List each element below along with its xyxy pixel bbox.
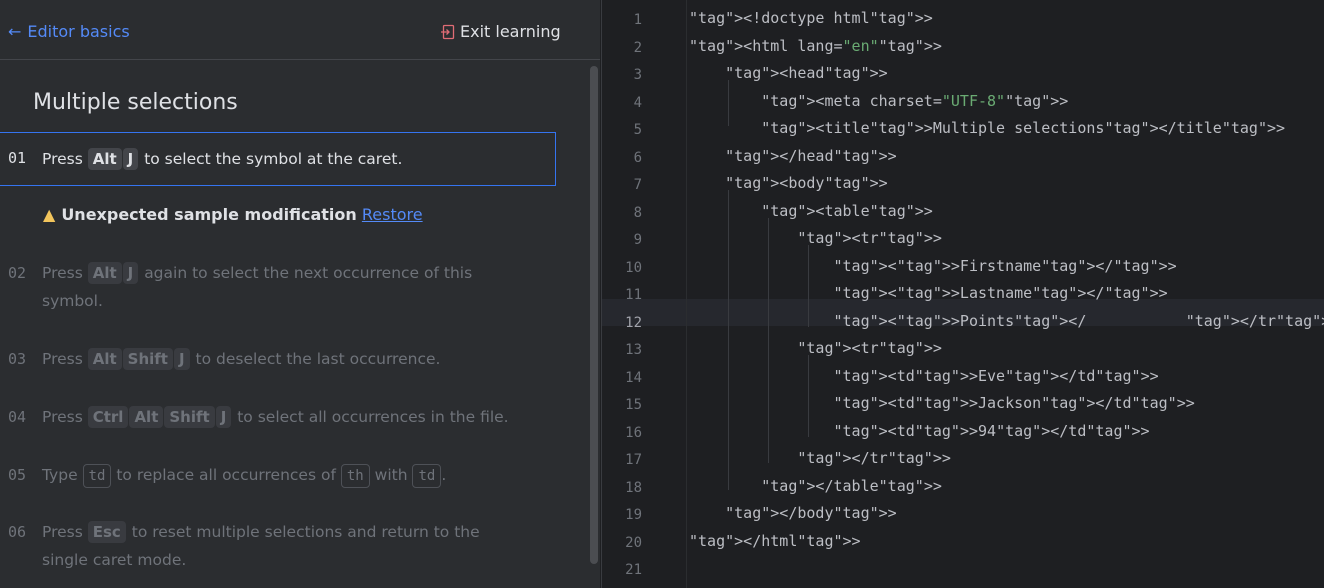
code-line[interactable]: "tag"></head"tag">>: [689, 147, 897, 165]
line-number: 17: [625, 452, 642, 468]
line-number: 8: [633, 204, 642, 221]
line-number: 13: [625, 342, 642, 358]
restore-link[interactable]: Restore: [362, 205, 423, 224]
step-post: .: [441, 466, 447, 484]
code-line[interactable]: "tag"></tr"tag">>: [689, 449, 951, 467]
step-post: to deselect the last occurrence.: [195, 350, 441, 368]
step-pre: Type: [42, 466, 78, 484]
line-number: 6: [633, 149, 642, 166]
code-line[interactable]: "tag"><table"tag">>: [689, 202, 933, 220]
key: J: [122, 148, 139, 170]
step-post: to select the symbol at the caret.: [144, 150, 403, 168]
step-mid: with: [374, 466, 408, 484]
line-number: 19: [625, 507, 642, 523]
lesson-title: Multiple selections: [33, 90, 238, 115]
line-number: 20: [625, 534, 642, 551]
code-line[interactable]: "tag"></table"tag">>: [689, 477, 942, 495]
step-pre: Press: [42, 408, 83, 426]
step-01: 01 Press Alt J to select the symbol at th…: [0, 132, 556, 186]
key: Alt: [87, 148, 122, 170]
code-editor[interactable]: 1 "tag"><!doctype html"tag">> 2 "tag"><html…: [601, 0, 1324, 588]
code-line[interactable]: "tag"><!doctype html"tag">>: [689, 9, 933, 27]
step-number: 06: [8, 523, 27, 541]
arrow-left-icon: ←: [8, 22, 22, 41]
code-line[interactable]: "tag"><head"tag">>: [689, 64, 888, 82]
step-number: 03: [8, 350, 27, 368]
key: Alt: [129, 406, 164, 428]
back-label: Editor basics: [27, 22, 130, 41]
exit-label: Exit learning: [460, 22, 561, 41]
line-number: 5: [633, 122, 642, 138]
back-link[interactable]: ← Editor basics: [8, 22, 130, 41]
line-number: 2: [633, 39, 642, 56]
code-snippet: th: [340, 464, 370, 488]
line-number: 7: [633, 177, 642, 193]
step-number: 02: [8, 264, 27, 282]
step-number: 04: [8, 408, 27, 426]
line-number: 18: [625, 479, 642, 496]
code-line[interactable]: "tag"></html"tag">>: [689, 532, 861, 550]
key: Shift: [122, 348, 173, 370]
code-line[interactable]: "tag"><"tag">>Lastname"tag"></"tag">>: [689, 284, 1168, 302]
exit-icon: [441, 24, 455, 40]
key: J: [173, 348, 190, 370]
key: Alt: [87, 262, 122, 284]
code-line[interactable]: "tag"><td"tag">>94"tag"></td"tag">>: [689, 422, 1150, 440]
step-post: to select all occurrences in the file.: [237, 408, 509, 426]
learning-panel: ← Editor basics Exit learning Multiple se…: [0, 0, 600, 588]
code-snippet: td: [412, 464, 442, 488]
line-number: 3: [633, 67, 642, 83]
code-line[interactable]: "tag"><title"tag">>Multiple selections"t…: [689, 119, 1285, 137]
step-pre: Press: [42, 350, 83, 368]
step-number: 05: [8, 466, 27, 484]
line-number: 14: [625, 369, 642, 386]
line-number: 10: [625, 259, 642, 276]
code-line[interactable]: "tag"><td"tag">>Jackson"tag"></td"tag">>: [689, 394, 1195, 412]
line-number: 9: [633, 232, 642, 248]
key: Ctrl: [87, 406, 129, 428]
code-line[interactable]: "tag"><body"tag">>: [689, 174, 888, 192]
code-line[interactable]: "tag"><tr"tag">>: [689, 229, 942, 247]
step-mid: to replace all occurrences of: [116, 466, 336, 484]
step-pre: Press: [42, 523, 83, 541]
code-line[interactable]: "tag"><"tag">>Firstname"tag"></"tag">>: [689, 257, 1177, 275]
step-text: Type td to replace all occurrences of th…: [42, 461, 512, 489]
line-number: 12: [625, 314, 642, 331]
key: Esc: [87, 521, 126, 543]
step-text: Press Alt J to select the symbol at the c…: [42, 145, 512, 173]
warning-message: ▲ Unexpected sample modification Restore: [43, 205, 423, 224]
step-pre: Press: [42, 264, 83, 282]
step-text: Press Ctrl Alt Shift J to select all occurr…: [42, 403, 512, 431]
step-text: Press Esc to reset multiple selections a…: [42, 518, 512, 574]
line-number: 11: [625, 287, 642, 303]
code-line[interactable]: "tag"></body"tag">>: [689, 504, 897, 522]
code-line[interactable]: "tag"><tr"tag">>: [689, 339, 942, 357]
line-number: 21: [625, 562, 642, 578]
line-number: 15: [625, 397, 642, 413]
warning-icon: ▲: [43, 205, 56, 224]
line-number: 1: [633, 12, 642, 28]
code-snippet: td: [82, 464, 112, 488]
key: J: [122, 262, 139, 284]
line-number: 4: [633, 94, 642, 111]
step-pre: Press: [42, 150, 83, 168]
code-line[interactable]: "tag"><"tag">>Points"tag"></ "tag"></tr"…: [689, 312, 1324, 330]
key: J: [215, 406, 232, 428]
code-line[interactable]: "tag"><html lang="en""tag">>: [689, 37, 942, 55]
exit-learning-button[interactable]: Exit learning: [440, 22, 561, 41]
step-number: 01: [8, 149, 27, 167]
key: Shift: [164, 406, 215, 428]
step-text: Press Alt Shift J to deselect the last occ…: [42, 345, 512, 373]
code-line[interactable]: "tag"><td"tag">>Eve"tag"></td"tag">>: [689, 367, 1159, 385]
key: Alt: [87, 348, 122, 370]
warning-text: Unexpected sample modification: [61, 205, 357, 224]
step-text: Press Alt J again to select the next occu…: [42, 259, 512, 315]
learning-scrollbar[interactable]: [590, 66, 598, 564]
learning-header: ← Editor basics Exit learning: [0, 0, 600, 60]
line-number: 16: [625, 424, 642, 441]
code-line[interactable]: "tag"><meta charset="UTF-8""tag">>: [689, 92, 1068, 110]
